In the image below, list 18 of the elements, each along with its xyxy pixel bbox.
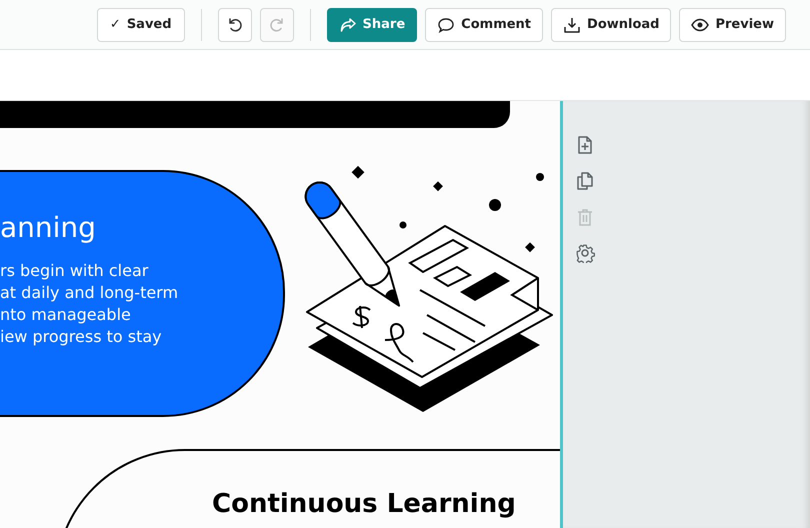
preview-button[interactable]: Preview [679,8,786,42]
pill-text-line: nto manageable [0,304,132,326]
share-button[interactable]: Share [326,8,418,42]
eye-icon [691,18,710,32]
undo-button[interactable] [218,8,252,42]
share-arrow-icon [338,16,357,32]
pill-title: anning [0,211,97,244]
pill-text-line: at daily and long-term [0,282,178,304]
comment-icon [437,16,456,32]
section-heading: Continuous Learning [212,489,516,519]
redo-icon [268,16,285,32]
saved-button[interactable]: ✓ Saved [96,8,185,42]
download-button[interactable]: Download [551,8,672,42]
pill-text-line: rs begin with clear [0,260,150,282]
comment-button[interactable]: Comment [425,8,544,42]
download-icon [563,16,582,34]
undo-icon [226,16,243,32]
pill-text-line: iew progress to stay [0,326,163,348]
